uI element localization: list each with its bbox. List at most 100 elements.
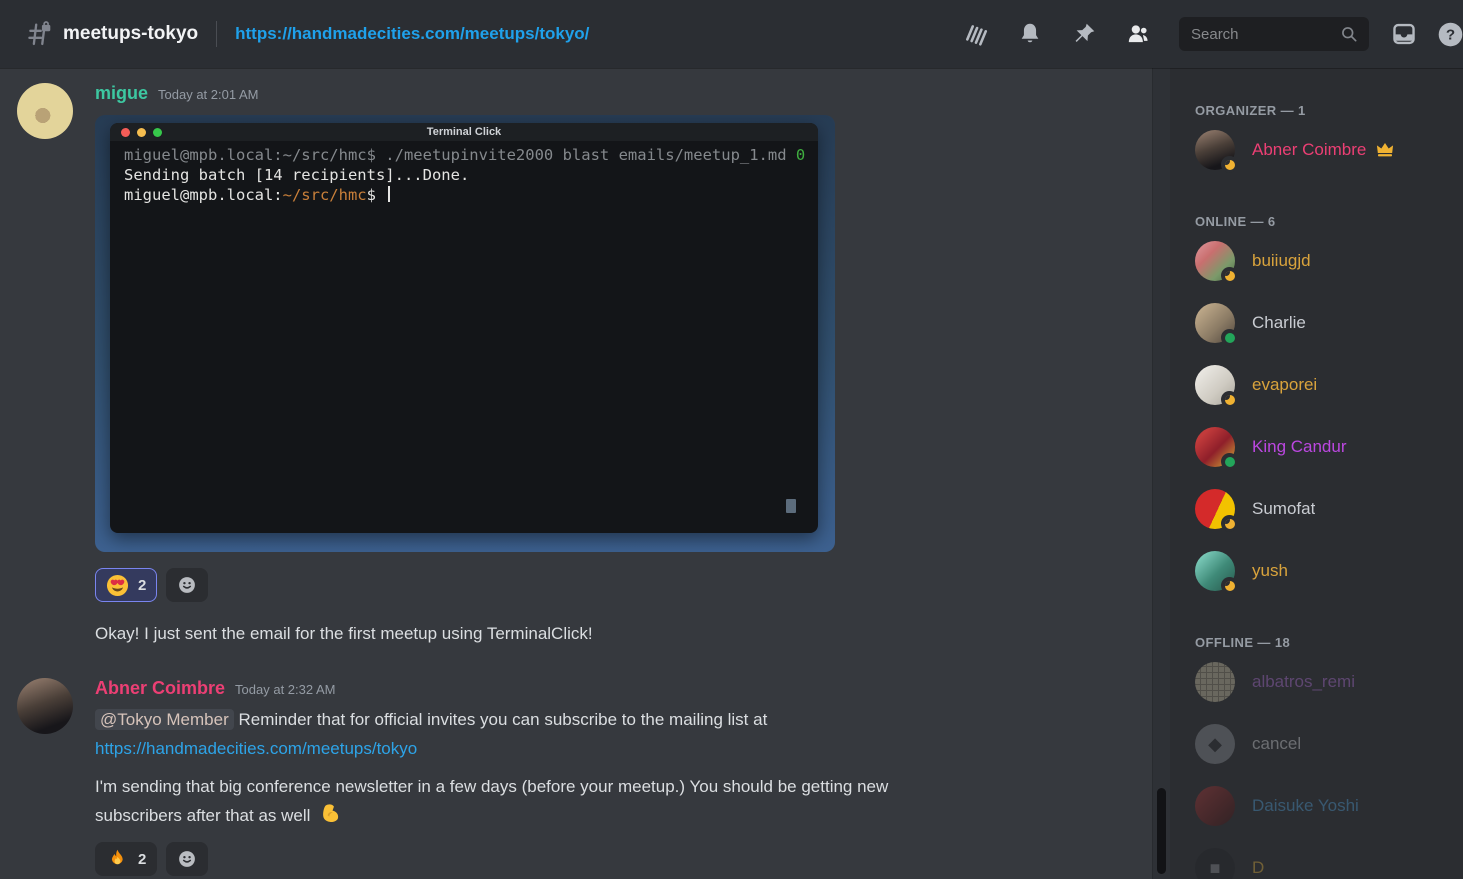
- member-section-label: OFFLINE — 18: [1195, 635, 1455, 650]
- member-row[interactable]: evaporei: [1195, 365, 1455, 405]
- message-text: @Tokyo Member Reminder that for official…: [95, 706, 1152, 764]
- idle-status-badge: [1221, 156, 1238, 173]
- role-mention[interactable]: @Tokyo Member: [95, 709, 234, 730]
- message-author[interactable]: migue: [95, 83, 148, 104]
- message-timestamp: Today at 2:32 AM: [235, 682, 335, 697]
- reactions-row: 2: [95, 842, 1152, 876]
- message-abner: Abner Coimbre Today at 2:32 AM @Tokyo Me…: [17, 678, 1152, 876]
- member-row[interactable]: Abner Coimbre: [1195, 130, 1455, 170]
- message-text: Okay! I just sent the email for the firs…: [95, 622, 1152, 646]
- reaction-heart-eyes[interactable]: 2: [95, 568, 157, 602]
- avatar: [1195, 489, 1235, 529]
- notifications-bell-icon[interactable]: [1017, 21, 1043, 47]
- channel-header: meetups-tokyo https://handmadecities.com…: [0, 0, 1463, 68]
- terminal-scrollbar: [786, 499, 796, 513]
- member-row[interactable]: Daisuke Yoshi: [1195, 786, 1455, 826]
- member-list: ORGANIZER — 1 Abner Coimbre ONLINE — 6 buii…: [1170, 68, 1463, 879]
- terminal-output: miguel@mpb.local:~/src/hmc$ ./meetupinvi…: [110, 141, 818, 209]
- idle-status-badge: [1221, 267, 1238, 284]
- avatar-migue[interactable]: [17, 83, 73, 139]
- member-list-toggle-icon[interactable]: [1125, 21, 1151, 47]
- reaction-count: 2: [138, 577, 146, 594]
- terminal-line: Sending batch [14 recipients]...Done.: [124, 165, 804, 185]
- terminal-window: Terminal Click miguel@mpb.local:~/src/hm…: [110, 123, 818, 533]
- terminal-line: miguel@mpb.local:~/src/hmc$: [124, 185, 804, 205]
- avatar: [1195, 365, 1235, 405]
- smiley-add-icon: [176, 574, 198, 596]
- member-name: cancel: [1252, 734, 1301, 754]
- member-name: D: [1252, 858, 1264, 878]
- member-name: evaporei: [1252, 375, 1317, 395]
- avatar: [1195, 786, 1235, 826]
- add-reaction-button[interactable]: [166, 842, 208, 876]
- fire-emoji-icon: [106, 848, 129, 871]
- help-icon[interactable]: ?: [1437, 21, 1463, 47]
- channel-name: meetups-tokyo: [63, 23, 198, 45]
- avatar: [1195, 241, 1235, 281]
- avatar: [1195, 427, 1235, 467]
- search-icon: [1339, 24, 1359, 44]
- locked-channel-hash-icon: [25, 20, 53, 48]
- server-owner-crown-icon: [1375, 140, 1395, 160]
- chat-messages-area: migue Today at 2:01 AM Terminal Click: [0, 68, 1152, 879]
- message-text: I'm sending that big conference newslett…: [95, 772, 1152, 834]
- search-box[interactable]: [1179, 17, 1369, 51]
- threads-icon[interactable]: [963, 21, 989, 47]
- idle-status-badge: [1221, 391, 1238, 408]
- member-name: Charlie: [1252, 313, 1306, 333]
- avatar: [1195, 130, 1235, 170]
- attachment-terminal-screenshot[interactable]: Terminal Click miguel@mpb.local:~/src/hm…: [95, 115, 835, 552]
- member-section-label: ONLINE — 6: [1195, 214, 1455, 229]
- message-text-fragment: Reminder that for official invites you c…: [238, 710, 767, 729]
- inbox-icon[interactable]: [1391, 21, 1417, 47]
- channel-topic-link[interactable]: https://handmadecities.com/meetups/tokyo…: [235, 24, 589, 44]
- online-status-badge: [1221, 453, 1238, 470]
- avatar: [1195, 551, 1235, 591]
- chat-scrollbar-thumb[interactable]: [1157, 788, 1166, 874]
- message-timestamp: Today at 2:01 AM: [158, 87, 258, 102]
- message-link[interactable]: https://handmadecities.com/meetups/tokyo: [95, 734, 417, 764]
- idle-status-badge: [1221, 577, 1238, 594]
- svg-text:?: ?: [1446, 27, 1455, 44]
- terminal-title: Terminal Click: [110, 126, 818, 138]
- member-row[interactable]: ◆ cancel: [1195, 724, 1455, 764]
- member-section-label: ORGANIZER — 1: [1195, 103, 1455, 118]
- avatar-glyph: ◆: [1195, 724, 1235, 764]
- chat-scrollbar-track[interactable]: [1152, 68, 1170, 879]
- idle-status-badge: [1221, 515, 1238, 532]
- reactions-row: 2: [95, 568, 1152, 602]
- member-row[interactable]: Sumofat: [1195, 489, 1455, 529]
- message-text-line: subscribers after that as well: [95, 806, 310, 825]
- avatar-glyph: ■: [1195, 848, 1235, 879]
- member-row[interactable]: King Candur: [1195, 427, 1455, 467]
- avatar: [1195, 303, 1235, 343]
- divider: [216, 21, 217, 47]
- member-name: Abner Coimbre: [1252, 140, 1366, 160]
- message-text-line: I'm sending that big conference newslett…: [95, 777, 888, 796]
- terminal-cursor: [388, 186, 390, 202]
- member-name: King Candur: [1252, 437, 1347, 457]
- member-name: albatros_remi: [1252, 672, 1355, 692]
- reaction-count: 2: [138, 851, 146, 868]
- member-name: Sumofat: [1252, 499, 1315, 519]
- member-row[interactable]: ■D: [1195, 848, 1455, 879]
- message-author[interactable]: Abner Coimbre: [95, 678, 225, 699]
- terminal-titlebar: Terminal Click: [110, 123, 818, 141]
- reaction-fire[interactable]: 2: [95, 842, 157, 876]
- flex-biceps-icon: [319, 810, 342, 829]
- member-row[interactable]: Charlie: [1195, 303, 1455, 343]
- avatar-abner[interactable]: [17, 678, 73, 734]
- member-row[interactable]: buiiugjd: [1195, 241, 1455, 281]
- avatar: ■: [1195, 848, 1235, 879]
- add-reaction-button[interactable]: [166, 568, 208, 602]
- member-row[interactable]: yush: [1195, 551, 1455, 591]
- online-status-badge: [1221, 329, 1238, 346]
- avatar: [1195, 662, 1235, 702]
- message-migue: migue Today at 2:01 AM Terminal Click: [17, 83, 1152, 646]
- member-row[interactable]: albatros_remi: [1195, 662, 1455, 702]
- search-input[interactable]: [1191, 26, 1339, 43]
- pinned-messages-icon[interactable]: [1071, 21, 1097, 47]
- member-name: yush: [1252, 561, 1288, 581]
- avatar: ◆: [1195, 724, 1235, 764]
- member-name: buiiugjd: [1252, 251, 1311, 271]
